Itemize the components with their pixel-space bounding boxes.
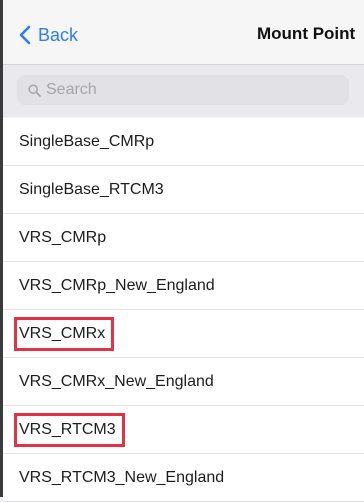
search-icon <box>17 83 41 97</box>
chevron-left-icon <box>19 25 31 45</box>
list-item-label: VRS_CMRp <box>19 229 107 246</box>
list-item-label: SingleBase_CMRp <box>19 133 155 150</box>
search-placeholder: Search <box>46 81 97 98</box>
search-bar: Search <box>3 65 364 117</box>
list-item-label: SingleBase_RTCM3 <box>19 181 164 198</box>
back-label: Back <box>38 25 79 45</box>
search-input[interactable]: Search <box>17 75 349 105</box>
list-item[interactable]: VRS_CMRp_New_England <box>3 262 364 310</box>
list-item[interactable]: VRS_RTCM3 <box>3 406 364 454</box>
list-item[interactable]: VRS_CMRp <box>3 214 364 262</box>
list-item[interactable]: SingleBase_RTCM3 <box>3 166 364 214</box>
list-item-label: VRS_RTCM3_New_England <box>19 469 225 486</box>
list-item[interactable]: SingleBase_CMRp <box>3 118 364 166</box>
list-item-label: VRS_CMRx_New_England <box>19 373 214 390</box>
list-item-label: VRS_CMRx <box>13 317 115 351</box>
mount-point-list: SingleBase_CMRp SingleBase_RTCM3 VRS_CMR… <box>3 118 364 502</box>
list-item-label: VRS_CMRp_New_England <box>19 277 215 294</box>
list-item[interactable]: VRS_CMRx <box>3 310 364 358</box>
back-button[interactable]: Back <box>19 22 78 48</box>
page-title: Mount Point <box>257 24 356 43</box>
navigation-bar: Back Mount Point <box>3 0 364 65</box>
list-item[interactable]: VRS_CMRx_New_England <box>3 358 364 406</box>
list-item[interactable]: VRS_RTCM3_New_England <box>3 454 364 502</box>
list-item-label: VRS_RTCM3 <box>14 413 125 447</box>
